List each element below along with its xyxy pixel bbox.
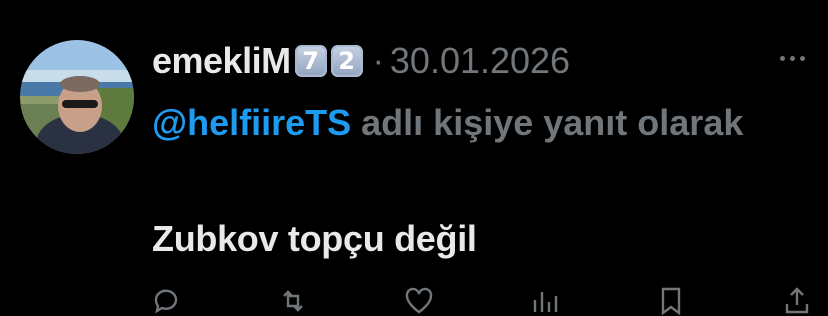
reply-icon[interactable] <box>152 286 182 316</box>
tweet-header: emekliM 7 2 · 30.01.2026 <box>152 36 570 86</box>
reply-mention-link[interactable]: @helfiireTS <box>152 102 351 143</box>
tweet-date[interactable]: 30.01.2026 <box>390 40 570 82</box>
display-name[interactable]: emekliM <box>152 40 291 82</box>
tweet-text: Zubkov topçu değil <box>152 218 477 259</box>
views-icon[interactable] <box>530 286 560 316</box>
bookmark-icon[interactable] <box>656 286 686 316</box>
more-options-button[interactable] <box>772 46 812 70</box>
like-icon[interactable] <box>404 286 434 316</box>
retweet-icon[interactable] <box>278 286 308 316</box>
avatar-image <box>20 40 134 154</box>
keycap-seven: 7 <box>294 45 327 77</box>
keycap-two: 2 <box>330 45 363 77</box>
action-bar <box>152 286 812 316</box>
separator-dot: · <box>372 41 384 80</box>
avatar[interactable] <box>20 40 134 154</box>
replying-to: @helfiireTS adlı kişiye yanıt olarak <box>152 94 752 152</box>
share-icon[interactable] <box>782 286 812 316</box>
reply-suffix: adlı kişiye yanıt olarak <box>351 102 744 143</box>
more-dots-icon <box>779 55 785 61</box>
